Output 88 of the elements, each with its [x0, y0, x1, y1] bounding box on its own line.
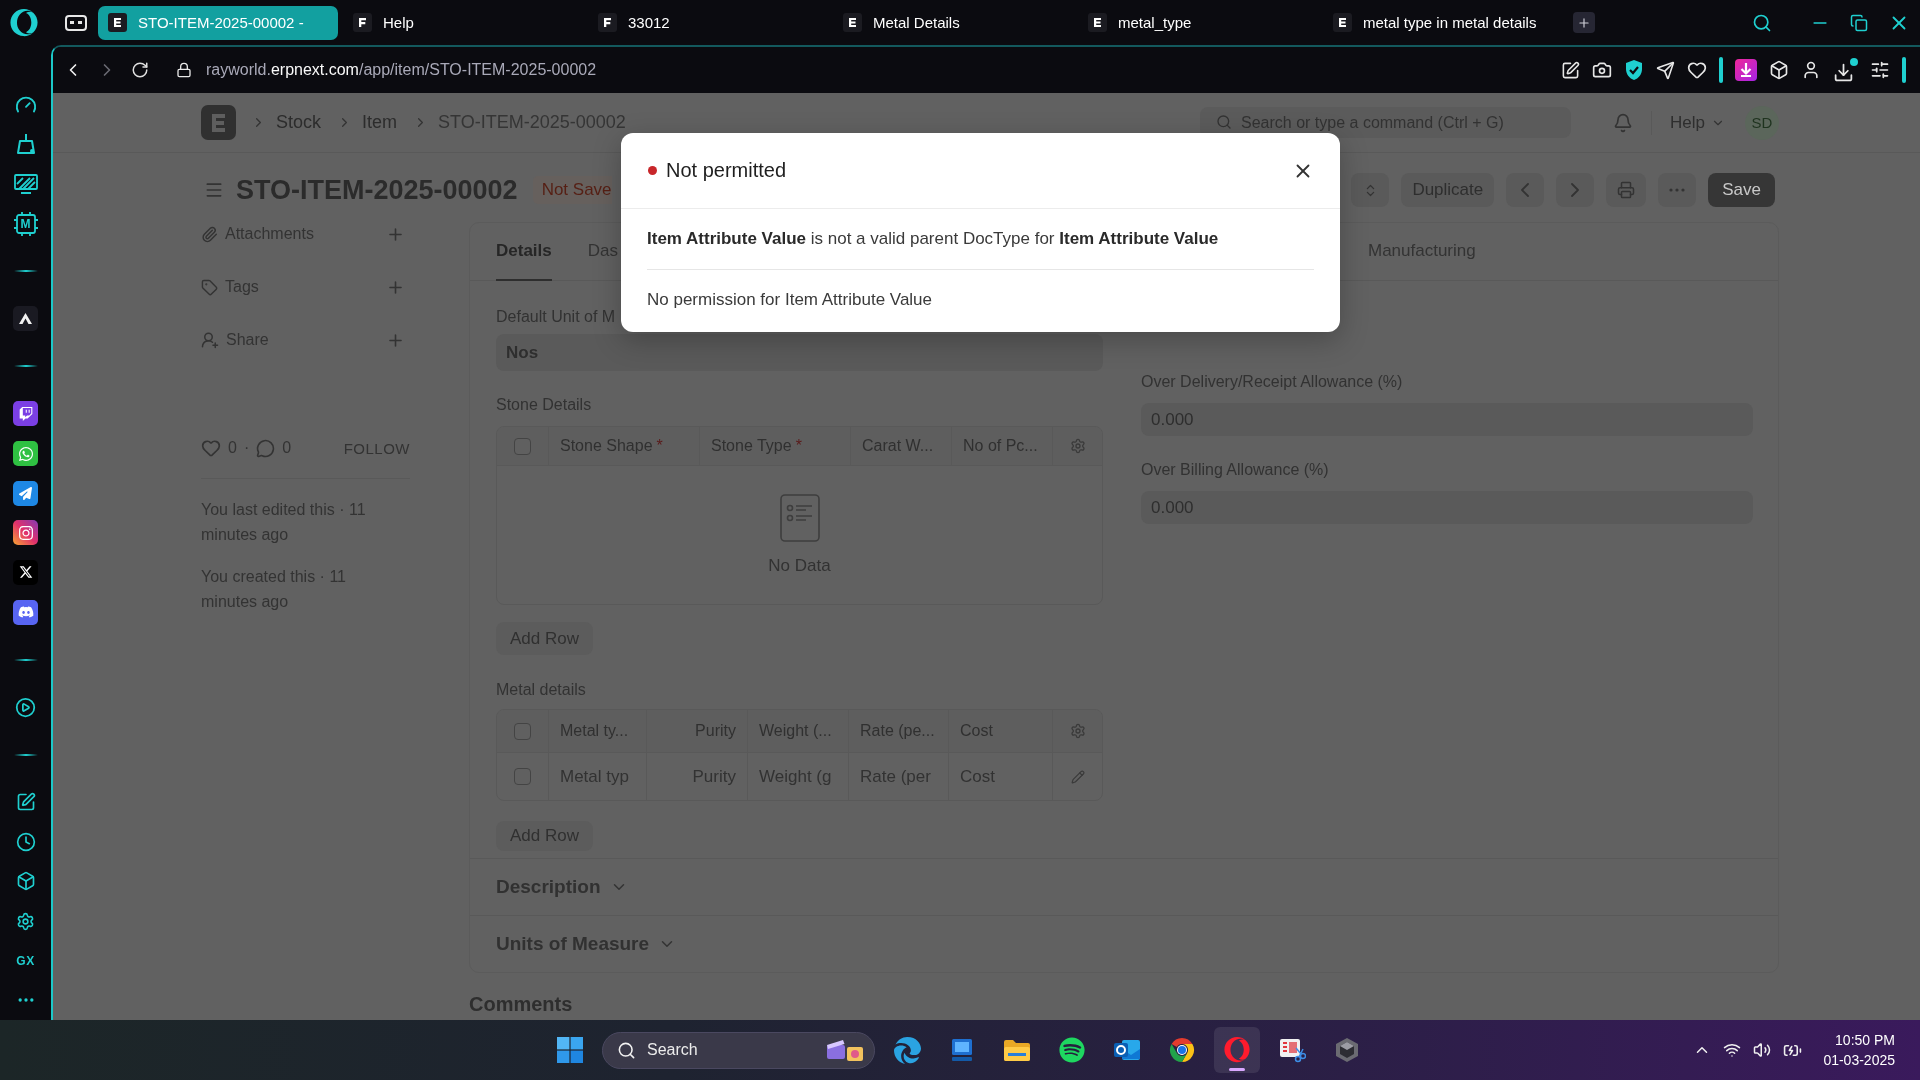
required-mark: *	[795, 437, 802, 455]
camera-icon[interactable]	[1592, 60, 1612, 80]
browser-tab[interactable]: metal_type	[1078, 5, 1318, 40]
reload-icon[interactable]	[131, 61, 149, 79]
ring-icon	[1224, 1037, 1250, 1063]
clock-icon[interactable]	[15, 831, 36, 852]
dialog-title: Not permitted	[666, 159, 787, 182]
avatar[interactable]: SD	[1745, 105, 1779, 140]
play-circle-icon[interactable]	[15, 696, 36, 718]
hatched-screen-icon[interactable]	[13, 174, 38, 195]
envelope-tile-icon	[1113, 1037, 1141, 1063]
checkbox[interactable]	[514, 437, 531, 455]
speaker-icon[interactable]	[1753, 1041, 1772, 1059]
swirl-icon	[893, 1036, 921, 1064]
chip-button[interactable]: M	[12, 210, 39, 237]
sidebar-text-button[interactable]: GX	[16, 953, 35, 968]
chevron-left-icon	[1521, 183, 1530, 197]
sliders-icon[interactable]	[1870, 60, 1890, 80]
x-mark-icon[interactable]	[13, 559, 38, 585]
browser-tab[interactable]: Metal Details	[833, 5, 1073, 40]
status-badge: Not Save	[532, 176, 612, 204]
cube-icon[interactable]	[15, 871, 36, 892]
tag-icon	[201, 278, 218, 296]
f-logo-icon	[598, 13, 617, 32]
e-logo-icon	[1333, 13, 1352, 32]
plus-icon	[1577, 15, 1591, 30]
browser-tab[interactable]: metal type in metal details	[1323, 5, 1563, 40]
edit-icon[interactable]	[15, 792, 36, 813]
separator-dot: ·	[243, 439, 250, 457]
chevron-right-icon	[1571, 183, 1580, 197]
e-logo-icon	[1088, 13, 1107, 32]
form-tab[interactable]: Details	[496, 223, 552, 281]
speech-box-icon[interactable]	[13, 401, 38, 427]
cube-icon[interactable]	[1769, 60, 1789, 80]
camera-outline-icon[interactable]	[13, 520, 38, 546]
goggles-icon[interactable]	[65, 14, 87, 31]
clock-time[interactable]: 10:50 PM	[1835, 1030, 1895, 1050]
folder-icon	[1003, 1038, 1031, 1062]
printer-icon	[1617, 181, 1636, 199]
person-icon[interactable]	[1801, 60, 1821, 80]
browser-tab[interactable]: Help	[343, 5, 583, 40]
send-icon[interactable]	[1656, 60, 1675, 80]
search-icon[interactable]	[1752, 12, 1772, 33]
hexagon-icon	[1334, 1037, 1360, 1063]
dialog-message: Item Attribute Value is not a valid parent DocType for Item Attribute Value	[647, 228, 1220, 250]
empty-list-icon	[779, 494, 820, 542]
checkbox[interactable]	[514, 722, 531, 740]
status-dot-icon	[648, 166, 657, 175]
controller-face-icon[interactable]	[13, 599, 38, 625]
save-button[interactable]: Save	[1708, 173, 1775, 207]
paper-plane-icon[interactable]	[13, 480, 38, 506]
required-mark: *	[656, 437, 663, 455]
tricolor-circle-icon	[1169, 1037, 1195, 1063]
heart-icon[interactable]	[1687, 60, 1707, 80]
browser-tab[interactable]: 33012	[588, 5, 828, 40]
new-tab-button[interactable]	[1573, 12, 1595, 33]
wifi-icon[interactable]	[1723, 1041, 1742, 1059]
download-icon[interactable]	[1833, 57, 1858, 83]
search-icon	[1216, 114, 1233, 130]
paperclip-icon	[201, 225, 218, 243]
shield-check-icon[interactable]	[1624, 59, 1644, 81]
peak-logo-icon[interactable]	[13, 306, 38, 332]
taskbar-app-button[interactable]	[1214, 1027, 1260, 1073]
chip-icon	[12, 210, 39, 237]
address-field[interactable]: rayworld.erpnext.com/app/item/STO-ITEM-2025-00002	[206, 61, 597, 79]
browser-tab[interactable]: STO-ITEM-2025-00002 -	[98, 5, 338, 40]
f-logo-icon	[353, 13, 372, 32]
lock-icon	[176, 62, 192, 78]
restore-icon[interactable]	[1850, 13, 1868, 32]
brush-icon[interactable]	[14, 133, 37, 156]
snip-card-icon	[1278, 1037, 1306, 1063]
taskbar-search-field[interactable]: Search	[602, 1031, 875, 1069]
dialog-message: No permission for Item Attribute Value	[647, 289, 934, 311]
search-icon	[617, 1040, 636, 1060]
e-logo-icon	[108, 13, 127, 32]
phone-bubble-icon[interactable]	[13, 441, 38, 466]
four-squares-icon	[557, 1037, 583, 1063]
user-plus-icon	[201, 331, 219, 349]
download-tile-icon[interactable]	[1735, 59, 1757, 81]
clapperboard-icon	[825, 1038, 865, 1063]
stacked-panels-icon	[949, 1037, 975, 1063]
note-pen-icon[interactable]	[1561, 60, 1580, 80]
ring-logo-icon[interactable]	[10, 8, 38, 37]
e-logo-icon	[843, 13, 862, 32]
ellipsis-icon	[1669, 188, 1686, 192]
checkbox[interactable]	[514, 768, 531, 785]
clock-date[interactable]: 01-03-2025	[1823, 1050, 1895, 1070]
settings-icon[interactable]	[16, 911, 35, 931]
